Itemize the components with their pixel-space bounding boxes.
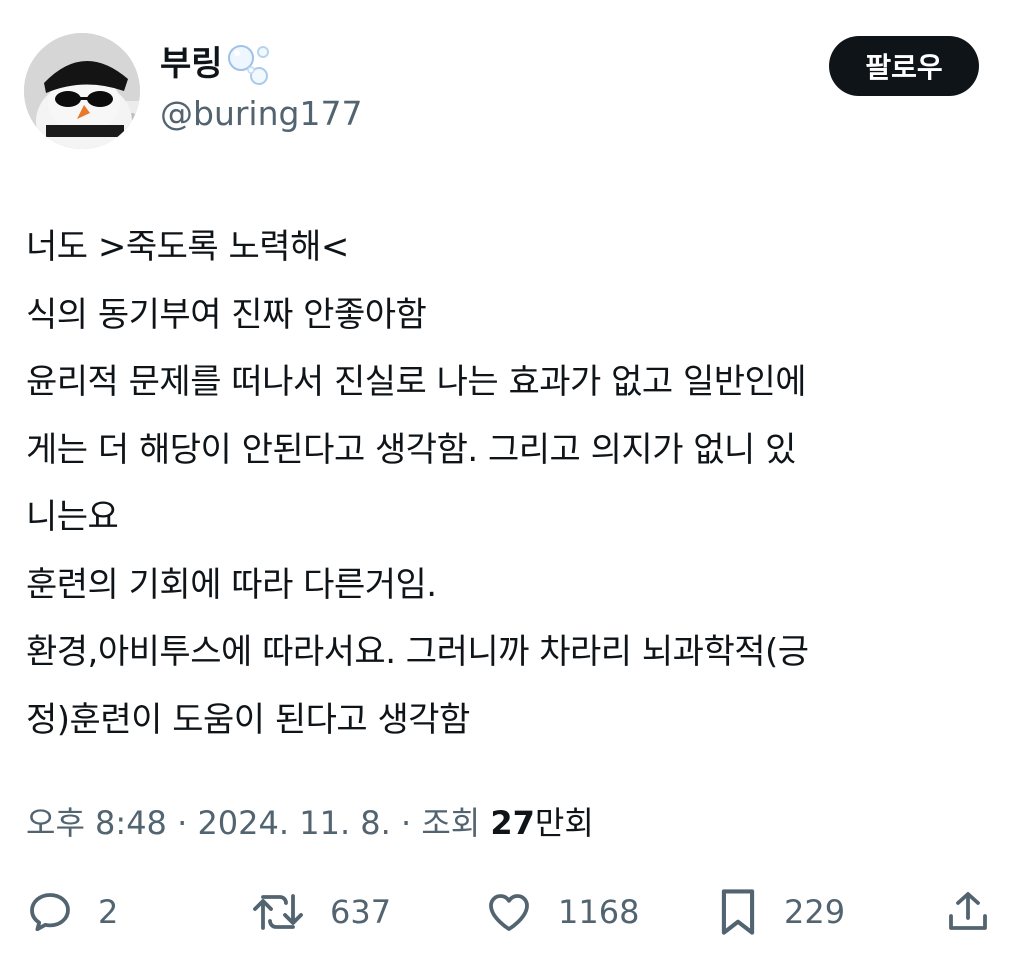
separator-dot: · xyxy=(390,804,422,842)
heart-icon xyxy=(489,894,529,931)
user-handle[interactable]: @buring177 xyxy=(160,92,362,136)
views-unit: 만회 xyxy=(534,804,594,842)
reply-button[interactable]: 2 xyxy=(26,884,118,940)
tweet-line: 윤리적 문제를 떠나서 진실로 나는 효과가 없고 일반인에 xyxy=(26,362,807,402)
bubbles-icon xyxy=(227,45,269,85)
retweet-button[interactable]: 637 xyxy=(250,884,391,940)
tweet-text: 너도 >죽도록 노력해< 식의 동기부여 진짜 안좋아함 윤리적 문제를 떠나서… xyxy=(26,214,1001,754)
tweet-line: 게는 더 해당이 안된다고 생각함. 그리고 의지가 없니 있 xyxy=(26,429,796,470)
tweet-line: 훈련의 기회에 따라 다른거임. xyxy=(26,564,437,605)
display-name[interactable]: 부링 xyxy=(160,40,223,88)
bookmark-count: 229 xyxy=(784,893,846,931)
separator-dot: · xyxy=(166,804,198,842)
views-count: 27 xyxy=(490,804,535,842)
tweet-line: 니는요 xyxy=(26,497,119,537)
reply-count: 2 xyxy=(98,893,119,931)
tweet-line: 식의 동기부여 진짜 안좋아함 xyxy=(26,294,427,335)
tweet-line: 환경,아비투스에 따라서요. 그러니까 차라리 뇌과학적(긍 xyxy=(26,632,809,672)
display-name-row[interactable]: 부링 xyxy=(160,40,275,88)
tweet-line: 정)훈련이 도움이 된다고 생각함 xyxy=(26,699,470,740)
like-count: 1168 xyxy=(558,893,640,931)
views-label: 조회 xyxy=(421,804,491,842)
tweet-time[interactable]: 오후 8:48 xyxy=(26,804,167,842)
tweet-meta: 오후 8:48 · 2024. 11. 8. · 조회 27만회 xyxy=(26,800,594,846)
tweet-line: 너도 >죽도록 노력해< xyxy=(26,227,349,267)
bookmark-button[interactable]: 229 xyxy=(716,884,845,940)
like-button[interactable]: 1168 xyxy=(484,884,639,940)
avatar[interactable] xyxy=(24,33,140,149)
share-button[interactable] xyxy=(944,884,992,940)
retweet-icon xyxy=(253,894,303,930)
share-icon xyxy=(949,892,987,930)
tweet-date[interactable]: 2024. 11. 8. xyxy=(197,804,390,842)
retweet-count: 637 xyxy=(330,893,392,931)
avatar-image xyxy=(24,33,140,149)
follow-button[interactable]: 팔로우 xyxy=(829,36,979,96)
reply-icon xyxy=(30,893,70,932)
bookmark-icon xyxy=(721,889,755,935)
